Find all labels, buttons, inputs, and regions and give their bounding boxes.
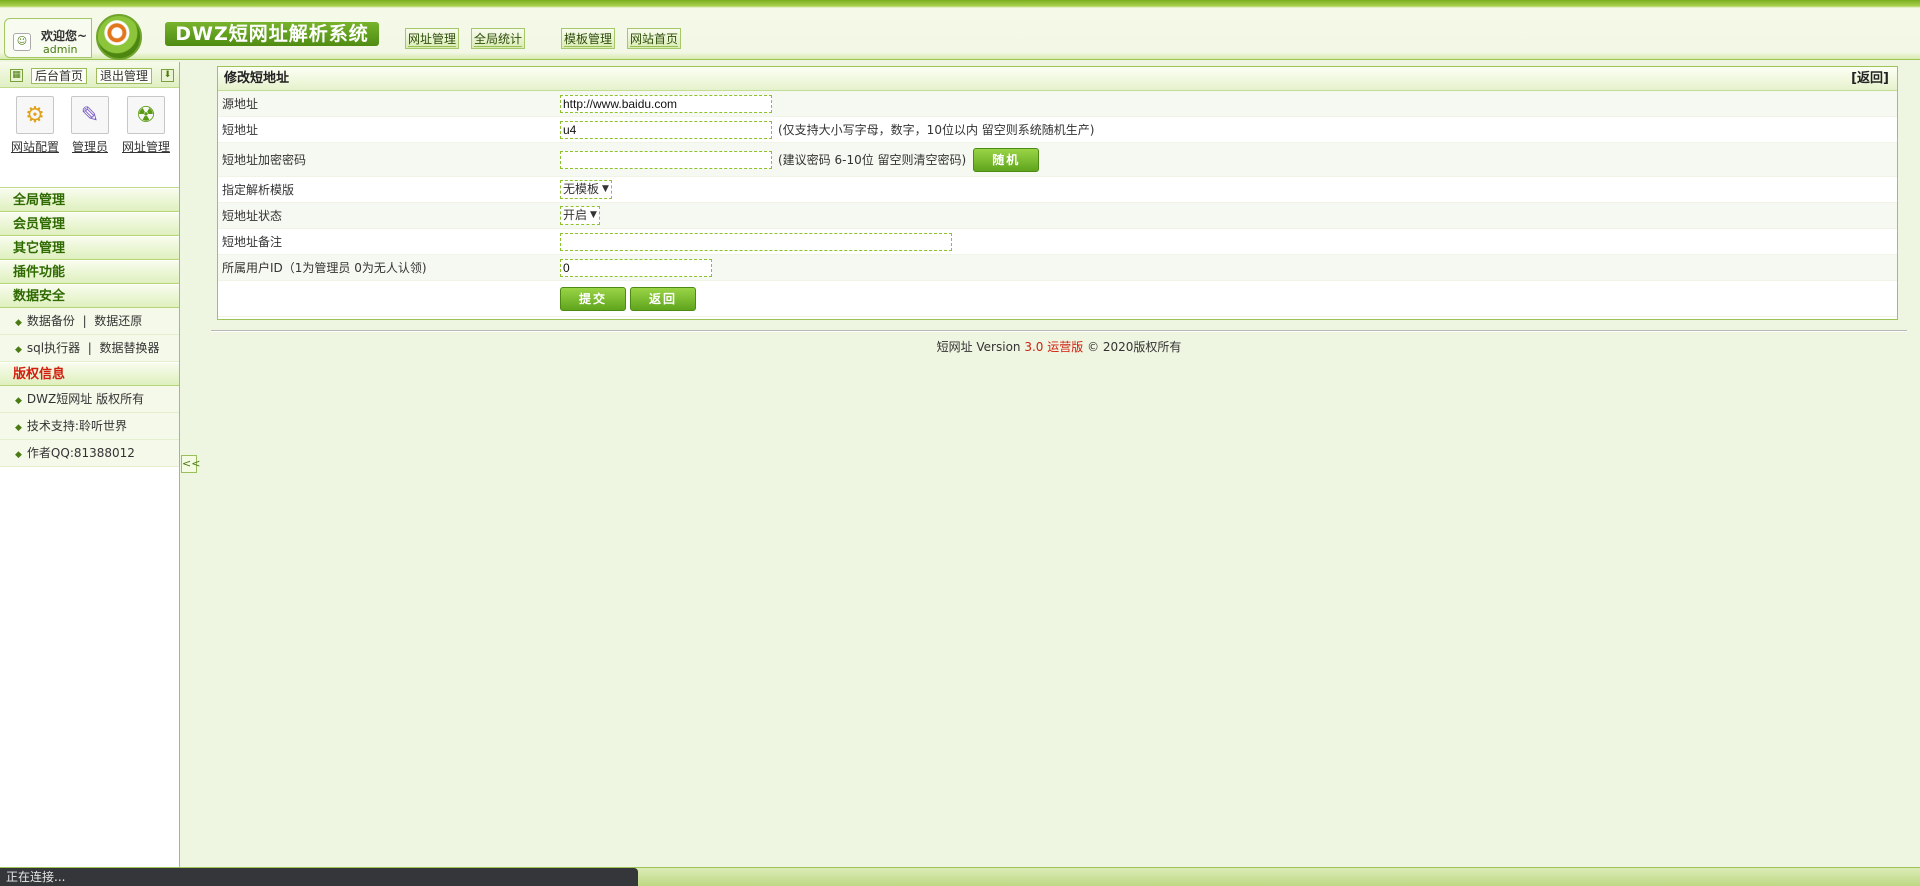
source-url-label: 源地址	[222, 97, 259, 111]
sidebar: ▦ 后台首页 退出管理 ⬇ ⚙ 网站配置 ✎ 管理员 ☢ 网址管理 全局管理 会…	[0, 62, 180, 867]
source-url-input[interactable]	[560, 94, 772, 113]
welcome-text: 欢迎您~	[41, 29, 88, 43]
sql-executor-link[interactable]: sql执行器	[27, 341, 80, 355]
data-backup-link[interactable]: 数据备份	[27, 314, 75, 328]
section-other-management[interactable]: 其它管理	[0, 236, 179, 260]
logo-icon	[96, 14, 142, 60]
password-input[interactable]	[560, 150, 772, 169]
top-header: ☺ 欢迎您~ admin DWZ短网址解析系统 网址管理 全局统计 模板管理 网…	[0, 0, 1920, 60]
download-arrow-icon[interactable]: ⬇	[161, 69, 174, 82]
row-source-url: 源地址	[218, 91, 1897, 117]
template-select[interactable]: 无模板 ▼	[560, 180, 612, 199]
bullet-icon: ◆	[15, 450, 22, 460]
admin-icon: ✎	[71, 96, 109, 134]
user-box: ☺ 欢迎您~ admin	[4, 18, 92, 58]
quick-links: ⚙ 网站配置 ✎ 管理员 ☢ 网址管理	[0, 88, 179, 188]
status-select[interactable]: 开启 ▼	[560, 206, 600, 225]
footer-suffix: © 2020版权所有	[1083, 340, 1182, 354]
password-hint: (建议密码 6-10位 留空则清空密码)	[778, 153, 967, 167]
admin-username: admin	[43, 43, 78, 56]
row-template: 指定解析模版 无模板 ▼	[218, 177, 1897, 203]
section-copyright[interactable]: 版权信息	[0, 362, 179, 386]
topnav-site-home[interactable]: 网站首页	[627, 28, 682, 49]
submit-button[interactable]: 提交	[560, 286, 626, 311]
row-actions: 提交 返回	[218, 281, 1897, 317]
quick-url-management-label: 网址管理	[121, 140, 170, 154]
author-qq-text: 作者QQ:81388012	[26, 446, 135, 460]
row-password: 短地址加密密码 (建议密码 6-10位 留空则清空密码) 随机	[218, 143, 1897, 177]
copyright-text: DWZ短网址 版权所有	[26, 392, 145, 406]
panel-header: 修改短地址 [返回]	[218, 67, 1897, 91]
quick-admin[interactable]: ✎ 管理员	[64, 96, 116, 155]
collapse-sidebar-button[interactable]: <<	[181, 455, 200, 473]
quick-site-config[interactable]: ⚙ 网站配置	[9, 96, 61, 155]
section-global-management[interactable]: 全局管理	[0, 188, 179, 212]
logo-title: DWZ短网址解析系统	[165, 22, 379, 46]
form-rows: 源地址 短地址 (仅支持大小写字母，数字，10位以内 留空则系统随机生产) 短地…	[218, 91, 1897, 317]
back-link[interactable]: [返回]	[1851, 67, 1889, 91]
topnav-template-management[interactable]: 模板管理	[561, 28, 616, 49]
footer-divider	[211, 330, 1907, 332]
data-restore-link[interactable]: 数据还原	[94, 314, 142, 328]
radiation-icon: ☢	[127, 96, 165, 134]
short-url-input[interactable]	[560, 120, 772, 139]
row-status: 短地址状态 开启 ▼	[218, 203, 1897, 229]
gears-icon: ⚙	[16, 96, 54, 134]
quick-admin-label: 管理员	[71, 140, 108, 154]
footer-version: 3.0 运营版	[1024, 340, 1084, 354]
short-url-hint: (仅支持大小写字母，数字，10位以内 留空则系统随机生产)	[778, 123, 1095, 137]
admin-home-button[interactable]: 后台首页	[31, 68, 88, 84]
status-selected: 开启	[563, 208, 588, 222]
footer: 短网址 Version 3.0 运营版 © 2020版权所有	[211, 338, 1907, 355]
section-data-security[interactable]: 数据安全	[0, 284, 179, 308]
template-selected: 无模板	[563, 182, 600, 196]
sidebar-toolbar: ▦ 后台首页 退出管理 ⬇	[0, 62, 179, 88]
logout-button[interactable]: 退出管理	[96, 68, 153, 84]
section-plugin-functions[interactable]: 插件功能	[0, 260, 179, 284]
bullet-icon: ◆	[15, 318, 22, 328]
status-label: 短地址状态	[222, 209, 283, 223]
list-item: ◆ DWZ短网址 版权所有	[0, 386, 179, 413]
calculator-icon: ▦	[10, 69, 23, 82]
list-item: ◆ sql执行器 | 数据替换器	[0, 335, 179, 362]
topnav-url-management[interactable]: 网址管理	[405, 28, 460, 49]
template-label: 指定解析模版	[222, 183, 295, 197]
list-item: ◆ 作者QQ:81388012	[0, 440, 179, 467]
data-replacer-link[interactable]: 数据替换器	[99, 341, 159, 355]
edit-short-url-panel: 修改短地址 [返回] 源地址 短地址 (仅支持大小写字母，数字，10位以内 留空…	[217, 66, 1898, 320]
owner-id-input[interactable]	[560, 258, 712, 277]
bullet-icon: ◆	[15, 423, 22, 433]
section-member-management[interactable]: 会员管理	[0, 212, 179, 236]
chevron-down-icon: ▼	[590, 210, 597, 220]
topnav-global-stats[interactable]: 全局统计	[471, 28, 526, 49]
return-button[interactable]: 返回	[630, 286, 696, 311]
list-item: ◆ 技术支持:聆听世界	[0, 413, 179, 440]
owner-label: 所属用户ID（1为管理员 0为无人认领)	[222, 261, 427, 275]
user-icon: ☺	[13, 33, 31, 51]
footer-prefix: 短网址 Version	[936, 340, 1025, 354]
bullet-icon: ◆	[15, 396, 22, 406]
row-short-url: 短地址 (仅支持大小写字母，数字，10位以内 留空则系统随机生产)	[218, 117, 1897, 143]
password-label: 短地址加密密码	[222, 153, 307, 167]
note-input[interactable]	[560, 232, 952, 251]
row-note: 短地址备注	[218, 229, 1897, 255]
row-owner: 所属用户ID（1为管理员 0为无人认领)	[218, 255, 1897, 281]
short-url-label: 短地址	[222, 123, 259, 137]
browser-status-bar: 正在连接...	[0, 868, 638, 886]
list-item: ◆ 数据备份 | 数据还原	[0, 308, 179, 335]
chevron-down-icon: ▼	[602, 184, 609, 194]
quick-url-management[interactable]: ☢ 网址管理	[120, 96, 172, 155]
quick-site-config-label: 网站配置	[10, 140, 59, 154]
random-password-button[interactable]: 随机	[973, 147, 1040, 172]
note-label: 短地址备注	[222, 235, 283, 249]
tech-support-text: 技术支持:聆听世界	[26, 419, 127, 433]
panel-title: 修改短地址	[224, 71, 290, 86]
bullet-icon: ◆	[15, 345, 22, 355]
